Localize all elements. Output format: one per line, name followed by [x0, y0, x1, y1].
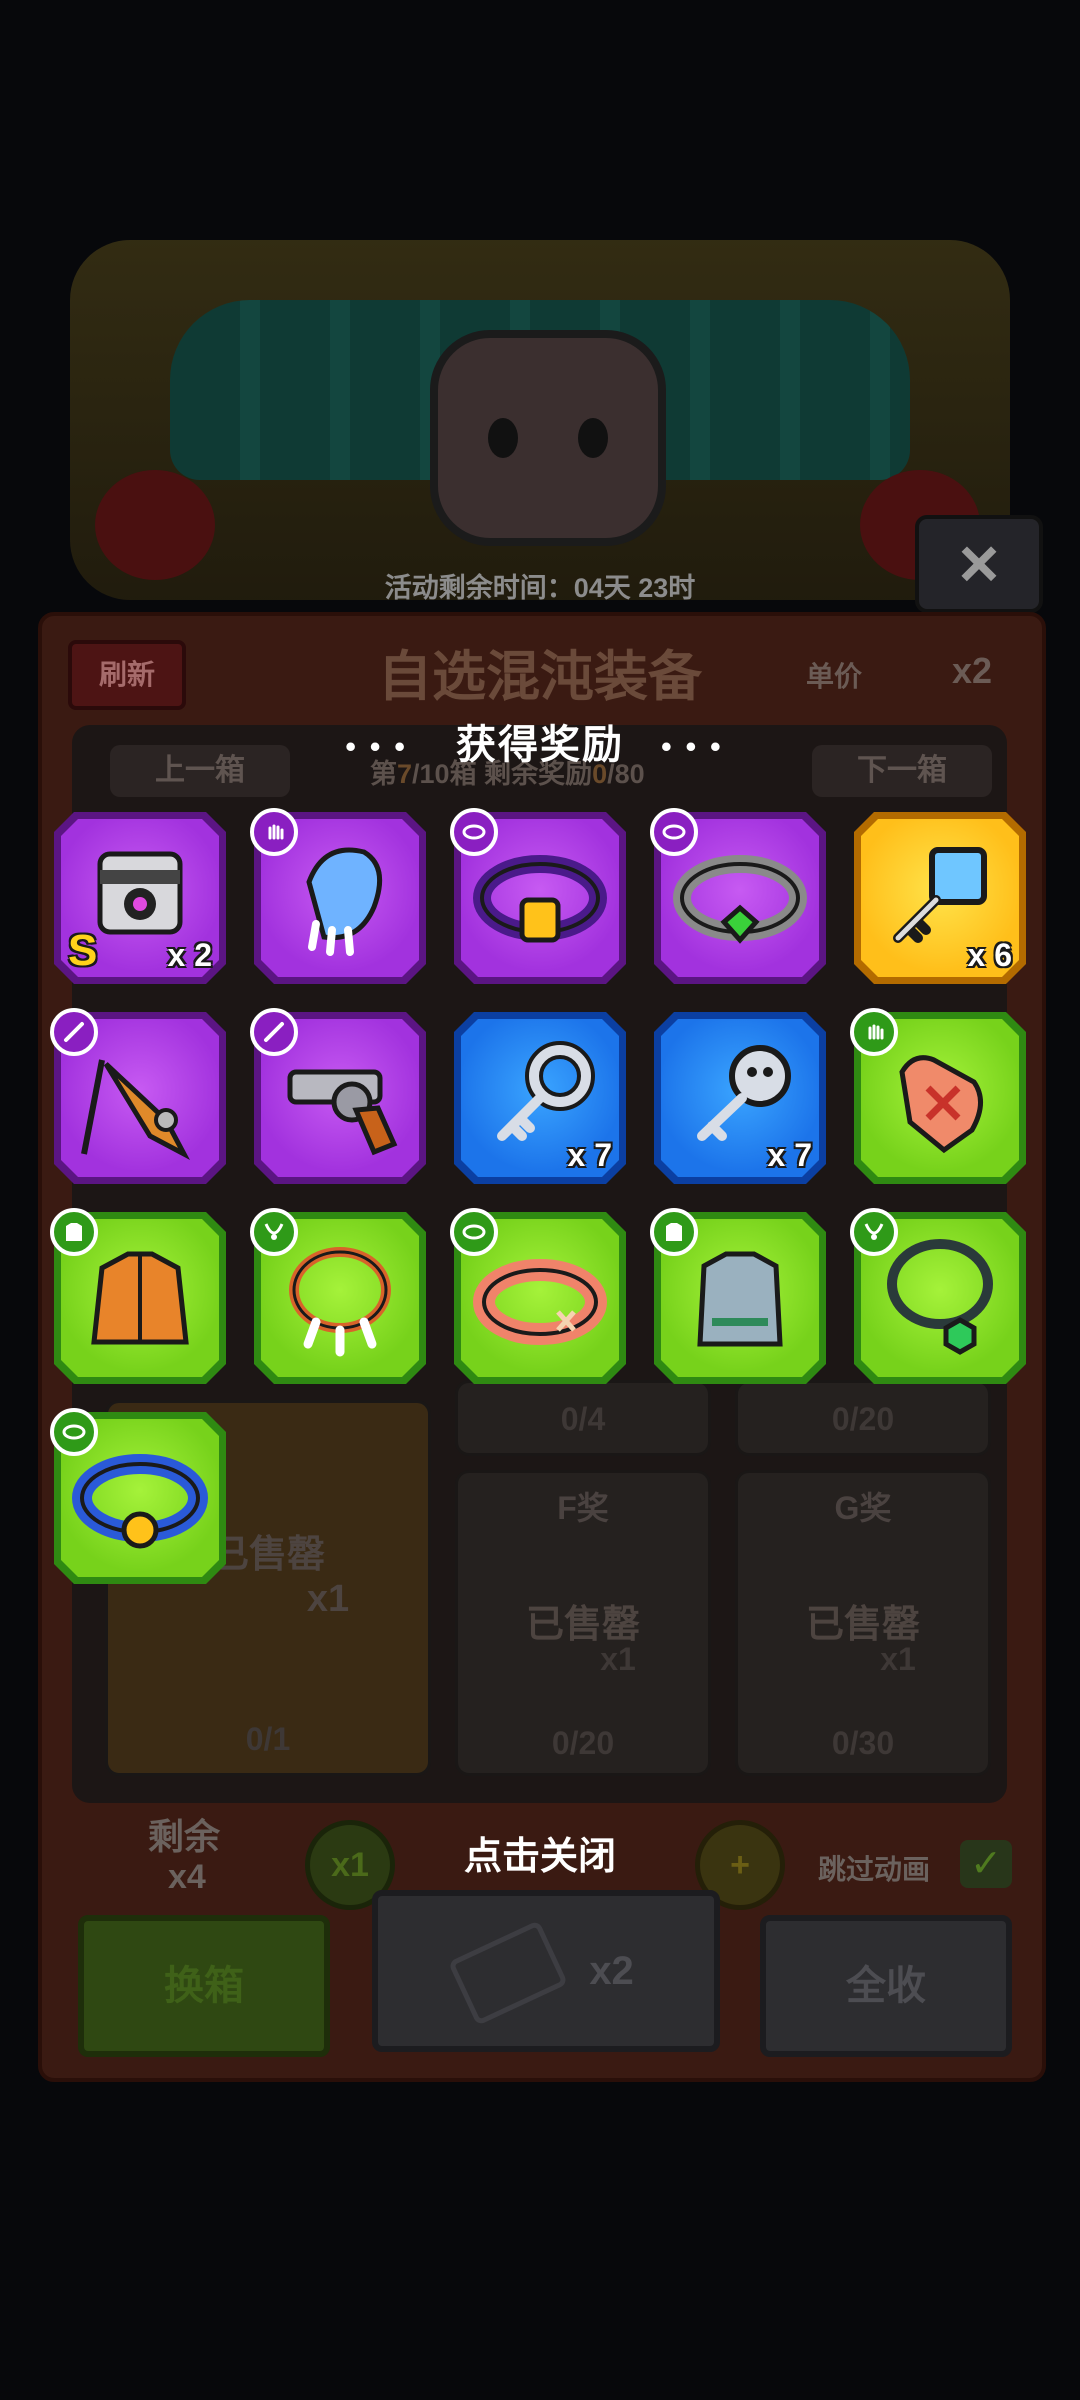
- necklace-slot-icon: [850, 1208, 898, 1256]
- prize-count: 0/20: [551, 1725, 615, 1761]
- reward-qty: x 6: [967, 937, 1012, 973]
- use-ticket-qty: x2: [589, 1949, 634, 1993]
- reward-item-emerald-belt: [650, 808, 826, 984]
- soldout-label: 已售罄: [525, 1604, 640, 1646]
- reward-title: ••• 获得奖励 •••: [0, 712, 1080, 770]
- reward-item-gold-purple-belt: [450, 808, 626, 984]
- background-scene: × 活动剩余时间：04天 23时 刷新 自选混沌装备 单价 x2 上一箱 下一箱…: [0, 0, 1080, 2400]
- reward-item-silver-key: x 7: [454, 1012, 626, 1184]
- reward-item-gold-key: x 6: [854, 812, 1026, 984]
- belt-slot-icon: [50, 1408, 98, 1456]
- belt-slot-icon: [450, 808, 498, 856]
- belt-slot-icon: [650, 808, 698, 856]
- lantern-left: [95, 470, 215, 580]
- event-timer: 活动剩余时间：04天 23时: [384, 573, 696, 603]
- reward-item-steel-vest: [650, 1208, 826, 1384]
- ticket-icon: [448, 1920, 569, 2027]
- panel-title: 自选混沌装备: [378, 647, 702, 707]
- unit-price-qty: x2: [952, 650, 993, 691]
- reward-qty: x 7: [567, 1137, 612, 1173]
- reward-qty: x 7: [767, 1137, 812, 1173]
- swap-box-button[interactable]: 换箱: [78, 1915, 330, 2057]
- decor-dots-left: •••: [345, 730, 419, 764]
- tap-to-close-hint[interactable]: 点击关闭: [0, 1825, 1080, 1880]
- reward-item-skull-key: x 7: [654, 1012, 826, 1184]
- prize-qty: x1: [880, 1641, 916, 1677]
- prize-label: G奖: [834, 1490, 892, 1526]
- reward-item-bandaged-glove: [850, 1008, 1026, 1184]
- use-ticket-button[interactable]: x2: [372, 1890, 720, 2052]
- reward-qty: x 2: [167, 937, 212, 973]
- reward-item-blue-belt: [50, 1408, 226, 1584]
- prize-card-b: 0/4: [455, 1380, 711, 1456]
- reward-item-bandage-belt: [450, 1208, 626, 1384]
- grade-label: S: [68, 926, 98, 975]
- prize-count: 0/20: [831, 1401, 895, 1437]
- prize-label: F奖: [557, 1490, 609, 1526]
- weapon-slot-icon: [250, 1008, 298, 1056]
- prize-card-f: F奖 已售罄 x1 0/20: [455, 1470, 711, 1776]
- decor-dots-right: •••: [661, 730, 735, 764]
- reward-item-orange-jacket: [50, 1208, 226, 1384]
- necklace-slot-icon: [250, 1208, 298, 1256]
- prize-qty: x1: [600, 1641, 636, 1677]
- prize-count: 0/1: [245, 1721, 291, 1757]
- glove-slot-icon: [850, 1008, 898, 1056]
- refresh-button[interactable]: 刷新: [68, 640, 186, 710]
- collect-all-button[interactable]: 全收: [760, 1915, 1012, 2057]
- prize-card-g: G奖 已售罄 x1 0/30: [735, 1470, 991, 1776]
- reward-title-text: 获得奖励: [456, 723, 624, 767]
- prize-qty: x1: [306, 1578, 350, 1620]
- reward-item-bone-necklace: [250, 1208, 426, 1384]
- reward-item-emerald-necklace: [850, 1208, 1026, 1384]
- prize-card-c: 0/20: [735, 1380, 991, 1456]
- unit-price-label: 单价: [806, 661, 863, 692]
- belt-slot-icon: [450, 1208, 498, 1256]
- soldout-label: 已售罄: [805, 1604, 920, 1646]
- reward-item-fur-claw-glove: [250, 808, 426, 984]
- armor-slot-icon: [650, 1208, 698, 1256]
- prize-count: 0/4: [560, 1401, 606, 1437]
- reward-item-drill-spear: [50, 1008, 226, 1184]
- prize-count: 0/30: [831, 1725, 895, 1761]
- mascot-face: [430, 330, 666, 546]
- weapon-slot-icon: [50, 1008, 98, 1056]
- reward-item-revolver: [250, 1008, 426, 1184]
- reward-item-chaos-chest: Sx 2: [54, 812, 226, 984]
- armor-slot-icon: [50, 1208, 98, 1256]
- glove-slot-icon: [250, 808, 298, 856]
